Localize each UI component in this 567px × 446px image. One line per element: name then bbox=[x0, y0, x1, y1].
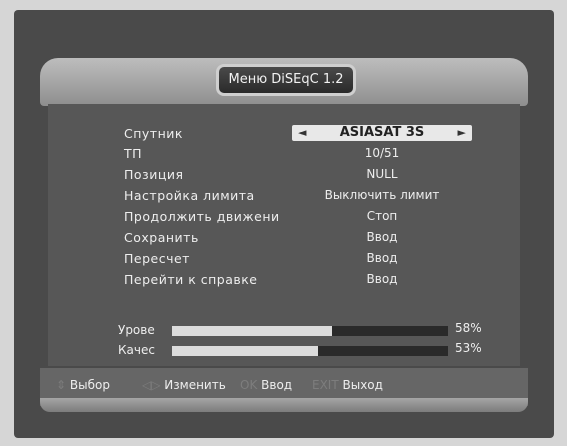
row-label-position[interactable]: Позиция bbox=[124, 167, 183, 182]
row-value-recalc: Ввод bbox=[366, 251, 398, 265]
signal-quality-fill bbox=[172, 346, 319, 356]
leftright-key-icon: ◁▷ bbox=[142, 378, 161, 392]
hint-enter: OK Ввод bbox=[240, 378, 292, 392]
signal-quality-label: Качес bbox=[118, 343, 155, 357]
signal-quality-percent: 53% bbox=[455, 341, 482, 355]
row-label-save[interactable]: Сохранить bbox=[124, 230, 199, 245]
row-label-tp[interactable]: ТП bbox=[124, 146, 142, 161]
menu-bottom-band bbox=[40, 398, 528, 412]
row-label-continue-move[interactable]: Продолжить движени bbox=[124, 209, 280, 224]
exit-key-icon: EXIT bbox=[312, 378, 339, 392]
tv-frame: Меню DiSEqC 1.2 Спутник ◄ ASIASAT 3S ► Т… bbox=[0, 0, 567, 446]
row-label-goto-reference[interactable]: Перейти к справке bbox=[124, 272, 258, 287]
hint-exit-label: Выход bbox=[342, 378, 383, 392]
satellite-value: ASIASAT 3S bbox=[339, 125, 425, 140]
hint-enter-label: Ввод bbox=[261, 378, 293, 392]
row-label-recalc[interactable]: Пересчет bbox=[124, 251, 190, 266]
ok-key-icon: OK bbox=[240, 378, 258, 392]
hint-change-label: Изменить bbox=[164, 378, 226, 392]
updown-key-icon: ⇕ bbox=[56, 378, 67, 392]
hint-select: ⇕ Выбор bbox=[56, 378, 110, 392]
row-label-limit[interactable]: Настройка лимита bbox=[124, 188, 255, 203]
hint-select-label: Выбор bbox=[69, 378, 110, 392]
signal-level-bar bbox=[172, 326, 448, 336]
row-value-limit: Выключить лимит bbox=[324, 188, 440, 202]
row-value-save: Ввод bbox=[366, 230, 398, 244]
signal-level-fill bbox=[172, 326, 333, 336]
row-value-continue-move: Стоп bbox=[366, 209, 398, 223]
satellite-selector[interactable]: ◄ ASIASAT 3S ► bbox=[292, 125, 472, 141]
signal-quality-bar bbox=[172, 346, 448, 356]
row-value-goto-reference: Ввод bbox=[366, 272, 398, 286]
menu-title-box: Меню DiSEqC 1.2 bbox=[216, 64, 356, 96]
menu-title: Меню DiSEqC 1.2 bbox=[228, 72, 344, 87]
signal-level-percent: 58% bbox=[455, 321, 482, 335]
arrow-right-icon[interactable]: ► bbox=[458, 126, 466, 139]
hint-exit: EXIT Выход bbox=[312, 378, 383, 392]
row-label-satellite[interactable]: Спутник bbox=[124, 126, 183, 141]
row-value-tp: 10/51 bbox=[364, 146, 400, 160]
signal-level-label: Урове bbox=[118, 323, 155, 337]
hint-change: ◁▷ Изменить bbox=[142, 378, 226, 392]
row-value-position: NULL bbox=[366, 167, 398, 181]
